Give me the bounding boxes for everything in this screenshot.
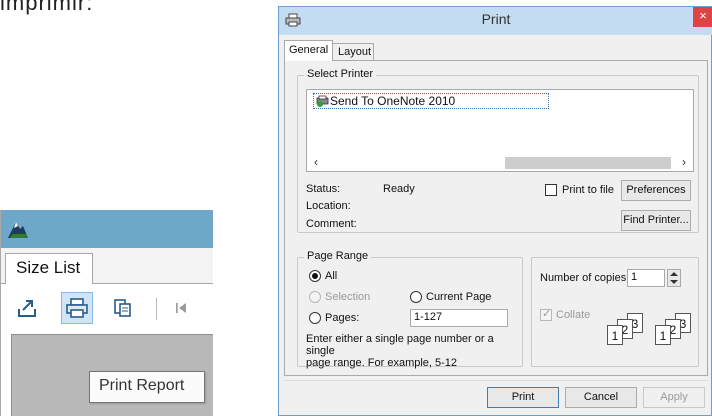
- copy-document-icon: [114, 299, 131, 317]
- page-range-current-page-radio[interactable]: [410, 291, 422, 303]
- page-range-selection-label: Selection: [325, 291, 371, 303]
- app-window: Size List Print Report: [0, 210, 213, 416]
- copy-report-button[interactable]: [107, 292, 139, 324]
- scroll-right-icon[interactable]: ›: [677, 155, 691, 171]
- page-range-selection-radio: [309, 291, 321, 303]
- close-button[interactable]: ×: [693, 7, 712, 27]
- collate-label: Collate: [556, 309, 591, 321]
- number-of-copies-label: Number of copies:: [540, 272, 630, 284]
- page-range-all-label: All: [325, 270, 338, 282]
- printer-name: Send To OneNote 2010: [330, 94, 456, 108]
- dialog-titlebar: Print ×: [279, 7, 712, 35]
- close-icon: ×: [699, 8, 707, 23]
- collate-page-icon: 1: [655, 325, 671, 345]
- location-label: Location:: [306, 200, 351, 212]
- tab-size-list[interactable]: Size List: [5, 253, 93, 285]
- status-value: Ready: [383, 183, 415, 195]
- dialog-title: Print: [481, 11, 511, 27]
- collate-icon-set-1: 3 2 1: [599, 313, 651, 347]
- find-printer-button[interactable]: Find Printer...: [621, 210, 691, 231]
- copies-spinner[interactable]: [667, 269, 681, 287]
- collate-page-icon: 1: [607, 325, 623, 345]
- spinner-arrows-icon: [670, 272, 678, 284]
- toolbar-separator: [156, 298, 157, 320]
- cancel-button[interactable]: Cancel: [565, 387, 637, 408]
- page-range-help-text: Enter either a single page number or a s…: [306, 333, 518, 369]
- apply-button: Apply: [643, 387, 705, 408]
- export-icon: [18, 300, 36, 317]
- app-logo-icon: [8, 222, 28, 238]
- footer-divider: [284, 380, 708, 381]
- status-label: Status:: [306, 183, 341, 195]
- printer-icon: [66, 298, 88, 318]
- print-report-button[interactable]: [61, 292, 93, 324]
- printer-default-icon: [316, 95, 329, 107]
- app-titlebar: [1, 210, 213, 248]
- tab-layout[interactable]: Layout: [332, 43, 374, 61]
- collate-checkbox: ✓: [540, 308, 552, 321]
- page-range-legend: Page Range: [304, 250, 372, 262]
- tab-general[interactable]: General: [284, 40, 333, 61]
- help-text-line-1: Enter either a single page number or a s…: [306, 333, 494, 357]
- scroll-thumb[interactable]: [505, 157, 671, 169]
- comment-label: Comment:: [306, 218, 357, 230]
- print-report-tooltip: Print Report: [89, 371, 205, 403]
- page-range-pages-label: Pages:: [325, 312, 360, 324]
- export-button[interactable]: [11, 292, 43, 324]
- preferences-button[interactable]: Preferences: [621, 180, 691, 201]
- printer-list-item[interactable]: Send To OneNote 2010: [313, 93, 549, 109]
- first-page-button[interactable]: [165, 292, 197, 324]
- print-to-file-label: Print to file: [562, 184, 614, 196]
- print-to-file-checkbox[interactable]: [545, 184, 557, 196]
- page-range-current-page-label: Current Page: [426, 291, 492, 303]
- background-heading-text: imprimir:: [0, 0, 94, 15]
- help-text-line-2: page range. For example, 5-12: [306, 357, 458, 369]
- print-button[interactable]: Print: [487, 387, 559, 408]
- first-page-icon: [176, 303, 186, 313]
- pages-input[interactable]: 1-127: [410, 309, 508, 327]
- copies-input[interactable]: 1: [627, 269, 665, 287]
- page-range-pages-radio[interactable]: [309, 312, 321, 324]
- app-toolbar: [1, 284, 213, 334]
- collate-icon-set-2: 3 2 1: [647, 313, 699, 347]
- scroll-left-icon[interactable]: ‹: [309, 155, 323, 171]
- app-tabstrip: Size List: [1, 248, 213, 285]
- checkmark-icon: ✓: [542, 308, 552, 320]
- select-printer-legend: Select Printer: [304, 68, 377, 80]
- page-range-all-radio[interactable]: [309, 270, 321, 282]
- printer-list-scrollbar[interactable]: ‹ ›: [306, 155, 694, 172]
- print-dialog: Print × General Layout Select Printer Se…: [278, 6, 712, 416]
